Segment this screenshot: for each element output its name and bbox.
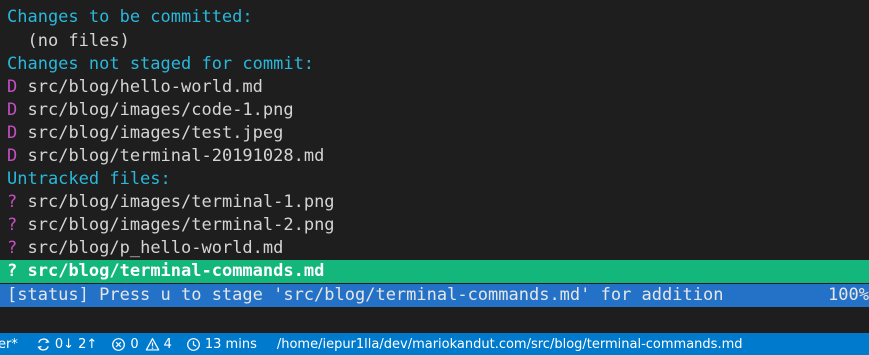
sync-counts: 0↓ 2↑ — [54, 336, 98, 352]
status-percent: 100% — [828, 285, 869, 305]
untracked-file-row[interactable]: ? src/blog/p_hello-world.md — [0, 237, 869, 260]
deleted-marker: D — [7, 77, 18, 97]
warning-count: 4 — [163, 336, 172, 352]
untracked-header: Untracked files: — [7, 169, 171, 189]
sync-status[interactable]: 0↓ 2↑ — [36, 333, 97, 355]
file-path: src/blog/images/code-1.png — [27, 100, 294, 120]
warning-icon — [145, 337, 159, 351]
unstaged-file-row[interactable]: D src/blog/images/code-1.png — [0, 99, 869, 122]
terminal[interactable]: Changes to be committed: (no files) Chan… — [0, 0, 869, 332]
untracked-file-row[interactable]: ? src/blog/images/terminal-2.png — [0, 214, 869, 237]
file-path: src/blog/images/test.jpeg — [27, 123, 284, 143]
staged-empty: (no files) — [7, 31, 130, 51]
untracked-marker: ? — [7, 238, 18, 258]
deleted-marker: D — [7, 123, 18, 143]
error-icon — [112, 337, 126, 351]
time-tracker[interactable]: 13 mins — [186, 333, 257, 355]
file-path-indicator[interactable]: /home/iepur1lla/dev/mariokandut.com/src/… — [277, 333, 743, 355]
clock-icon — [186, 337, 200, 351]
untracked-marker: ? — [7, 261, 18, 281]
unstaged-header: Changes not staged for commit: — [7, 54, 315, 74]
unstaged-file-row[interactable]: D src/blog/hello-world.md — [0, 76, 869, 99]
unstaged-file-row[interactable]: D src/blog/images/test.jpeg — [0, 122, 869, 145]
tig-status-line: [status] Press u to stage 'src/blog/term… — [0, 284, 869, 307]
file-path: src/blog/terminal-commands.md — [27, 261, 325, 281]
file-path: src/blog/images/terminal-1.png — [27, 192, 335, 212]
staged-header: Changes to be committed: — [7, 7, 253, 27]
file-path: src/blog/hello-world.md — [27, 77, 263, 97]
error-count: 0 — [130, 336, 139, 352]
branch-indicator[interactable]: er* — [0, 333, 18, 355]
sync-icon — [37, 337, 50, 351]
unstaged-file-row[interactable]: D src/blog/terminal-20191028.md — [0, 145, 869, 168]
file-path: src/blog/images/terminal-2.png — [27, 215, 335, 235]
status-message: [status] Press u to stage 'src/blog/term… — [7, 285, 724, 305]
editor-status-bar: er* 0↓ 2↑ 0 4 13 mins /home/iepur1lla/de… — [0, 333, 869, 355]
current-file-path: /home/iepur1lla/dev/mariokandut.com/src/… — [276, 336, 743, 352]
selected-file-row[interactable]: ? src/blog/terminal-commands.md — [0, 260, 869, 283]
file-path: src/blog/terminal-20191028.md — [27, 146, 325, 166]
untracked-marker: ? — [7, 215, 18, 235]
deleted-marker: D — [7, 100, 18, 120]
untracked-file-row[interactable]: ? src/blog/images/terminal-1.png — [0, 191, 869, 214]
branch-name: er* — [0, 336, 18, 352]
file-path: src/blog/p_hello-world.md — [27, 238, 284, 258]
untracked-marker: ? — [7, 192, 18, 212]
problems-indicator[interactable]: 0 4 — [111, 333, 172, 355]
time-spent: 13 mins — [204, 336, 257, 352]
deleted-marker: D — [7, 146, 18, 166]
